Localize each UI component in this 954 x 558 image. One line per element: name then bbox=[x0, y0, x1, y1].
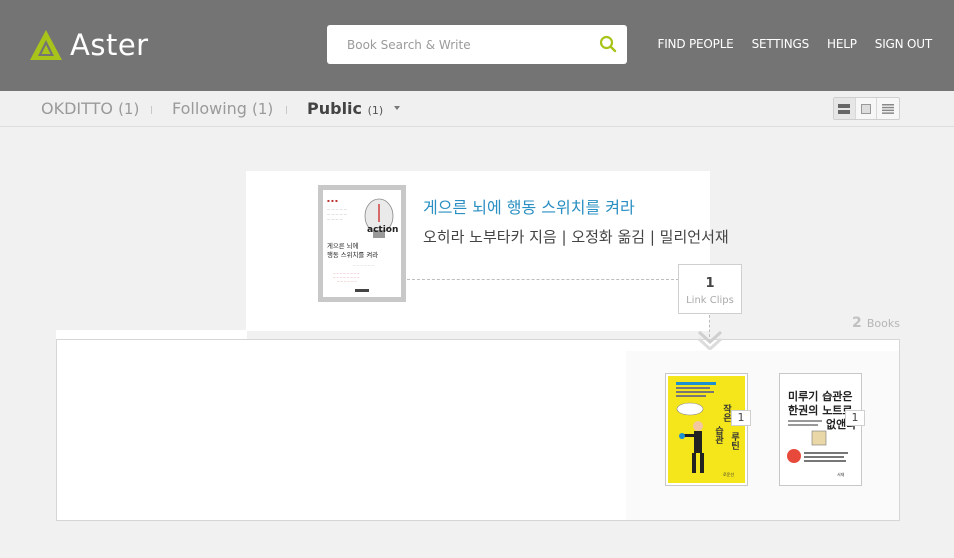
svg-text:▪ ▪ ▪: ▪ ▪ ▪ bbox=[327, 198, 338, 203]
svg-text:— — — — — — — —: — — — — — — — — bbox=[333, 272, 360, 275]
connector-line bbox=[407, 279, 679, 280]
book-cover[interactable]: ▪ ▪ ▪ — — — — — — — — — — — — — — action… bbox=[318, 185, 406, 302]
svg-text:— — — — —: — — — — — bbox=[327, 207, 348, 211]
chevron-down-icon bbox=[393, 106, 400, 110]
svg-text:한권의 노트로: 한권의 노트로 bbox=[788, 403, 853, 417]
tab-divider bbox=[151, 106, 152, 114]
cover-word: action bbox=[367, 225, 398, 235]
list-view-button[interactable] bbox=[834, 98, 856, 119]
svg-text:루틴: 루틴 bbox=[729, 432, 739, 451]
link-clips-count: 1 bbox=[705, 276, 715, 291]
svg-text:— — — — —: — — — — — bbox=[327, 212, 348, 216]
chevron-down-icon bbox=[697, 330, 723, 350]
svg-text:서재: 서재 bbox=[837, 471, 845, 477]
find-people-link[interactable]: FIND PEOPLE bbox=[658, 37, 734, 51]
tab-following[interactable]: Following (1) bbox=[172, 99, 273, 118]
tab-label: Public bbox=[307, 99, 363, 118]
tab-okditto[interactable]: OKDITTO (1) bbox=[41, 99, 139, 118]
book-title-link[interactable]: 게으른 뇌에 행동 스위치를 켜라 bbox=[423, 194, 635, 218]
svg-text:습관: 습관 bbox=[713, 425, 723, 445]
compact-list-icon bbox=[882, 103, 895, 114]
search-icon[interactable] bbox=[599, 35, 617, 53]
books-count-number: 2 bbox=[852, 315, 862, 331]
top-header: Aster FIND PEOPLE SETTINGS HELP SIGN OUT bbox=[0, 0, 954, 91]
top-nav: FIND PEOPLE SETTINGS HELP SIGN OUT bbox=[640, 37, 933, 51]
tab-public[interactable]: Public (1) bbox=[307, 99, 400, 118]
svg-text:로운선: 로운선 bbox=[723, 471, 734, 477]
svg-text:— — — — — —: — — — — — — bbox=[353, 263, 374, 267]
books-count: 2 Books bbox=[852, 312, 900, 331]
tab-count: (1) bbox=[252, 100, 274, 118]
tab-divider bbox=[286, 106, 287, 114]
help-link[interactable]: HELP bbox=[827, 37, 857, 51]
clip-count-badge: 1 bbox=[845, 410, 865, 426]
grid-view-button[interactable] bbox=[856, 98, 878, 119]
related-book-cover: 미루기 습관은 한권의 노트로 없앤다 서재 bbox=[782, 376, 859, 483]
filter-bar: OKDITTO (1) Following (1) Public (1) bbox=[0, 91, 954, 127]
book-cover-art: 작은 습관 루틴 로운선 bbox=[668, 376, 745, 483]
sign-out-link[interactable]: SIGN OUT bbox=[875, 37, 932, 51]
tab-count: (1) bbox=[118, 100, 140, 118]
link-clips-label: Link Clips bbox=[686, 295, 734, 306]
clip-count-badge: 1 bbox=[731, 410, 751, 426]
svg-text:— — — — — —: — — — — — — bbox=[337, 280, 357, 283]
svg-text:— — — — — — — —: — — — — — — — — bbox=[333, 276, 360, 279]
app-name: Aster bbox=[70, 28, 149, 62]
aster-logo-icon bbox=[30, 30, 62, 60]
tab-label: OKDITTO bbox=[41, 99, 113, 118]
related-book-cover: 작은 습관 루틴 로운선 bbox=[668, 376, 745, 483]
search-input[interactable] bbox=[347, 35, 587, 55]
compact-view-button[interactable] bbox=[877, 98, 899, 119]
related-book-1[interactable]: 작은 습관 루틴 로운선 bbox=[665, 373, 748, 486]
book-cover-art: 미루기 습관은 한권의 노트로 없앤다 서재 bbox=[782, 376, 859, 483]
svg-text:작은: 작은 bbox=[721, 404, 731, 423]
svg-text:미루기 습관은: 미루기 습관은 bbox=[788, 389, 853, 403]
book-cover-art: ▪ ▪ ▪ — — — — — — — — — — — — — — action… bbox=[323, 190, 401, 297]
related-book-2[interactable]: 미루기 습관은 한권의 노트로 없앤다 서재 bbox=[779, 373, 862, 486]
search-box bbox=[327, 25, 627, 64]
list-view-icon bbox=[838, 103, 851, 114]
tab-count: (1) bbox=[367, 104, 384, 117]
lightbulb-illustration: ▪ ▪ ▪ — — — — — — — — — — — — — — action… bbox=[323, 190, 401, 297]
aster-logo[interactable]: Aster bbox=[28, 28, 149, 62]
grid-view-icon bbox=[861, 103, 871, 114]
settings-link[interactable]: SETTINGS bbox=[752, 37, 810, 51]
view-mode-toggle bbox=[833, 97, 900, 120]
tab-label: Following bbox=[172, 99, 247, 118]
books-count-label: Books bbox=[866, 317, 900, 330]
svg-text:게으른 뇌에: 게으른 뇌에 bbox=[327, 241, 359, 250]
svg-text:— — — —: — — — — bbox=[327, 217, 344, 221]
book-meta: 오히라 노부타카 지음 | 오정화 옮김 | 밀리언서재 bbox=[423, 228, 729, 246]
link-clips-box[interactable]: 1 Link Clips bbox=[678, 264, 742, 314]
svg-text:행동 스위치를 켜라: 행동 스위치를 켜라 bbox=[327, 250, 378, 259]
